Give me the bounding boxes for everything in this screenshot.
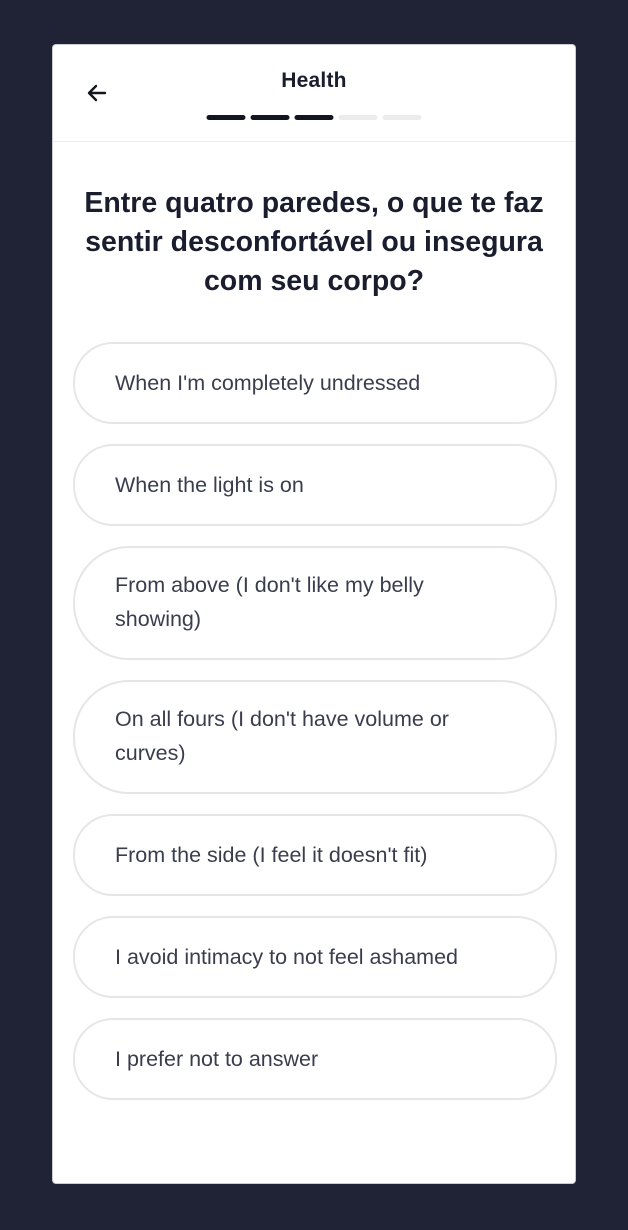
- option-prefer-not-to-answer[interactable]: I prefer not to answer: [73, 1018, 557, 1100]
- quiz-card: Health Entre quatro paredes, o que te fa…: [52, 44, 576, 1184]
- page-title: Health: [281, 69, 347, 92]
- option-completely-undressed[interactable]: When I'm completely undressed: [73, 342, 557, 424]
- progress-segment: [382, 115, 422, 120]
- option-label: On all fours (I don't have volume or cur…: [115, 707, 449, 765]
- progress-segment: [338, 115, 378, 120]
- answer-options: When I'm completely undressed When the l…: [73, 342, 557, 1100]
- header: Health: [53, 45, 575, 142]
- option-label: I avoid intimacy to not feel ashamed: [115, 945, 458, 969]
- progress-segment: [294, 115, 334, 120]
- option-label: From the side (I feel it doesn't fit): [115, 843, 428, 867]
- progress-segment: [250, 115, 290, 120]
- question-heading: Entre quatro paredes, o que te faz senti…: [84, 187, 544, 297]
- option-label: When I'm completely undressed: [115, 371, 421, 395]
- progress-indicator: [206, 115, 422, 120]
- option-avoid-intimacy[interactable]: I avoid intimacy to not feel ashamed: [73, 916, 557, 998]
- option-label: When the light is on: [115, 473, 304, 497]
- option-on-all-fours[interactable]: On all fours (I don't have volume or cur…: [73, 680, 557, 794]
- progress-segment: [206, 115, 246, 120]
- option-from-the-side[interactable]: From the side (I feel it doesn't fit): [73, 814, 557, 896]
- option-label: I prefer not to answer: [115, 1047, 319, 1071]
- option-from-above[interactable]: From above (I don't like my belly showin…: [73, 546, 557, 660]
- option-light-on[interactable]: When the light is on: [73, 444, 557, 526]
- option-label: From above (I don't like my belly showin…: [115, 573, 424, 631]
